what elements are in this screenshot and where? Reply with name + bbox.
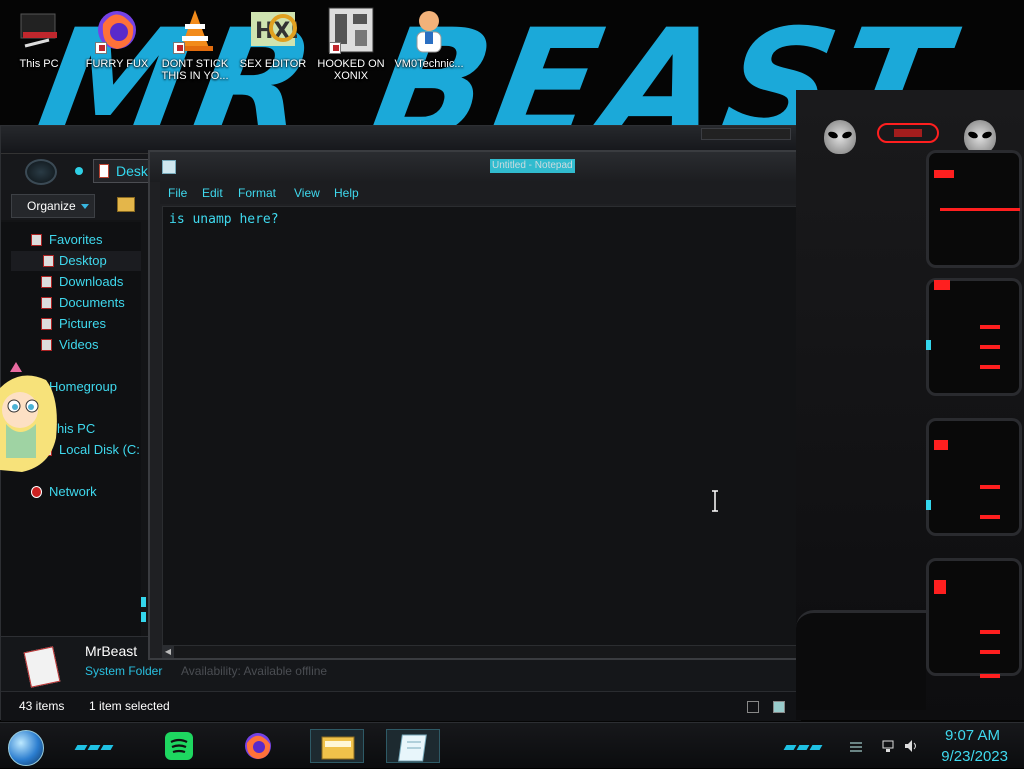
organize-label: Organize xyxy=(27,199,76,213)
desktop-folder-icon xyxy=(99,164,109,178)
xonix-game-icon xyxy=(327,6,375,54)
menu-view[interactable]: View xyxy=(290,182,324,204)
chevron-down-icon xyxy=(80,204,89,210)
desktop-icon-this-pc[interactable]: This PC xyxy=(0,4,78,70)
frame-accent xyxy=(141,597,146,607)
frame-accent xyxy=(926,340,931,350)
organize-button[interactable]: Organize xyxy=(11,194,95,218)
clock-date[interactable]: 9/23/2023 xyxy=(941,748,1008,765)
nav-item-documents[interactable]: Documents xyxy=(41,293,141,313)
taskbar-firefox-icon[interactable] xyxy=(242,730,274,762)
menu-file[interactable]: File xyxy=(164,182,191,204)
address-bar[interactable]: Desktop xyxy=(93,159,167,183)
star-icon xyxy=(31,234,42,246)
pictures-folder-icon xyxy=(41,318,52,330)
taskbar-accent xyxy=(74,737,115,750)
large-icons-view-icon[interactable] xyxy=(773,701,785,713)
alien-head-icon xyxy=(824,120,856,154)
technician-avatar-icon xyxy=(405,6,453,54)
volume-icon[interactable] xyxy=(904,739,918,753)
network-icon xyxy=(31,486,42,498)
recent-locations-button[interactable] xyxy=(75,167,83,175)
selected-item-availability: Availability: Available offline xyxy=(181,664,328,678)
folder-thumbnail xyxy=(23,646,61,688)
status-bar: 43 items 1 item selected xyxy=(1,691,801,721)
gadget-red-readouts xyxy=(934,170,1020,678)
taskbar-spotify-icon[interactable] xyxy=(163,730,195,762)
shortcut-arrow-icon xyxy=(329,42,341,54)
tray-arrows-icon[interactable] xyxy=(848,741,862,755)
frame-accent xyxy=(926,500,931,510)
desktop-icon-vm0technic[interactable]: VM0Technic... xyxy=(390,4,468,70)
scroll-left-icon[interactable]: ◀ xyxy=(162,646,174,658)
shortcut-arrow-icon xyxy=(95,42,107,54)
desktop-icon-sex-editor[interactable]: HXD SEX EDITOR xyxy=(234,4,312,70)
window-title: Untitled - Notepad xyxy=(490,159,575,173)
selected-item-type: System Folder xyxy=(85,664,163,678)
computer-icon xyxy=(15,6,63,54)
videos-folder-icon xyxy=(41,339,52,351)
selection-count: 1 item selected xyxy=(89,699,170,713)
menu-help[interactable]: Help xyxy=(330,182,363,204)
selected-item-name: MrBeast xyxy=(85,643,138,659)
cartoon-character-sticker xyxy=(0,358,60,478)
nav-item-network[interactable]: Network xyxy=(31,482,141,502)
back-button[interactable] xyxy=(25,159,57,185)
network-tray-icon[interactable] xyxy=(882,739,896,753)
vlc-cone-icon xyxy=(171,6,219,54)
shortcut-arrow-icon xyxy=(173,42,185,54)
nav-item-downloads[interactable]: Downloads xyxy=(41,272,141,292)
hex-editor-icon: HXD xyxy=(249,6,309,54)
desktop-icon-label: This PC xyxy=(19,58,59,70)
horizontal-scrollbar[interactable]: ◀ ▶ xyxy=(162,646,890,658)
desktop-icon-hooked-on-xonix[interactable]: HOOKED ON XONIX xyxy=(312,4,390,82)
frame-accent xyxy=(141,612,146,622)
text-editor-area[interactable]: is unamp here? xyxy=(162,206,890,646)
new-folder-icon[interactable] xyxy=(117,197,135,212)
notepad-app-icon xyxy=(162,160,176,174)
taskbar-notepad-icon[interactable] xyxy=(386,729,440,763)
nav-item-videos[interactable]: Videos xyxy=(41,335,141,355)
taskbar: 9:07 AM 9/23/2023 xyxy=(0,722,1024,768)
gadget-base-frame xyxy=(796,610,926,710)
desktop-icon-furry-fux[interactable]: FURRY FUX xyxy=(78,4,156,70)
clock-time[interactable]: 9:07 AM xyxy=(945,727,1000,744)
desktop-icon-label: HOOKED ON XONIX xyxy=(317,58,385,82)
firefox-icon xyxy=(93,6,141,54)
documents-folder-icon xyxy=(41,297,52,309)
taskbar-file-explorer-icon[interactable] xyxy=(310,729,364,763)
explorer-title-tab xyxy=(701,128,791,140)
desktop-icon-label: DONT STICK THIS IN YO... xyxy=(161,58,229,82)
desktop-icon-label: VM0Technic... xyxy=(394,58,464,70)
nav-item-desktop[interactable]: Desktop xyxy=(11,251,141,271)
desktop-icon-label: FURRY FUX xyxy=(85,58,149,70)
nav-item-pictures[interactable]: Pictures xyxy=(41,314,141,334)
desktop-folder-icon xyxy=(43,255,54,267)
alien-head-icon xyxy=(964,120,996,154)
start-button[interactable] xyxy=(8,730,44,766)
time-display-icon xyxy=(877,123,939,143)
svg-text:HXD: HXD xyxy=(255,19,297,44)
desktop-icon-label: SEX EDITOR xyxy=(239,58,307,70)
taskbar-accent xyxy=(783,737,824,750)
desktop-icon-dont-stick[interactable]: DONT STICK THIS IN YO... xyxy=(156,4,234,82)
nav-item-favorites[interactable]: Favorites xyxy=(31,230,139,250)
text-cursor-icon xyxy=(712,490,718,512)
item-count: 43 items xyxy=(19,699,65,713)
menu-format[interactable]: Format xyxy=(234,182,280,204)
downloads-folder-icon xyxy=(41,276,52,288)
details-view-icon[interactable] xyxy=(747,701,759,713)
alienware-sidebar-gadget xyxy=(796,90,1024,720)
menu-edit[interactable]: Edit xyxy=(198,182,227,204)
